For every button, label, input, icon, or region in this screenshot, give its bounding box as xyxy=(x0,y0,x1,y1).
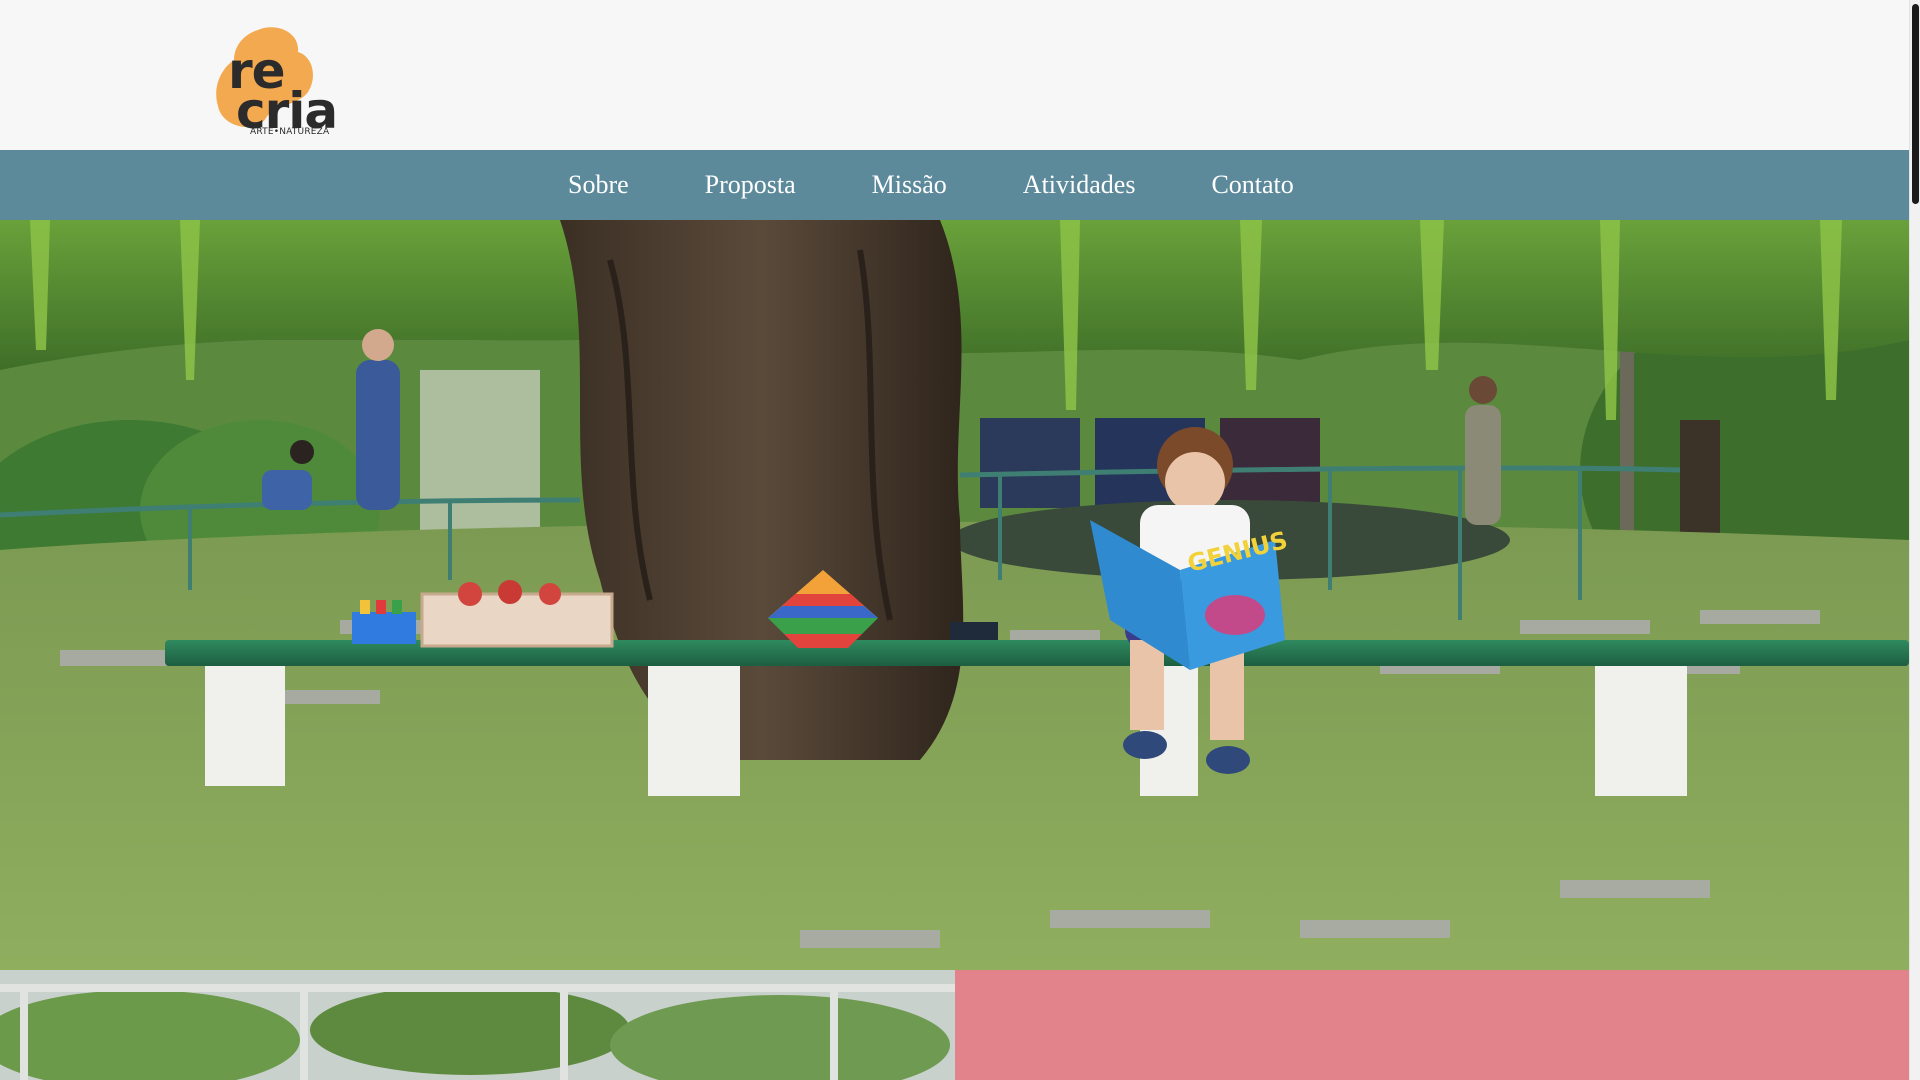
lower-photo-illustration xyxy=(0,970,955,1080)
pink-panel xyxy=(955,970,1909,1080)
nav-list: Sobre Proposta Missão Atividades Contato xyxy=(530,150,1332,220)
site-logo[interactable]: re cria ARTE•NATUREZA xyxy=(212,26,338,140)
hero-illustration: GENIUS xyxy=(0,220,1909,970)
nav-item-missao[interactable]: Missão xyxy=(834,170,985,200)
nav-item-sobre[interactable]: Sobre xyxy=(530,170,667,200)
hero-photo: GENIUS xyxy=(0,220,1909,970)
page-scrollbar[interactable] xyxy=(1909,0,1920,1080)
page: re cria ARTE•NATUREZA Sobre Proposta Mis… xyxy=(0,0,1920,1080)
logo-tagline: ARTE•NATUREZA xyxy=(250,127,330,137)
lower-photo-strip xyxy=(0,970,955,1080)
scrollbar-thumb[interactable] xyxy=(1912,4,1919,204)
nav-item-atividades[interactable]: Atividades xyxy=(985,170,1174,200)
main-nav: Sobre Proposta Missão Atividades Contato xyxy=(0,150,1909,220)
nav-item-proposta[interactable]: Proposta xyxy=(667,170,834,200)
nav-item-contato[interactable]: Contato xyxy=(1173,170,1331,200)
site-header: re cria ARTE•NATUREZA xyxy=(0,0,1909,150)
